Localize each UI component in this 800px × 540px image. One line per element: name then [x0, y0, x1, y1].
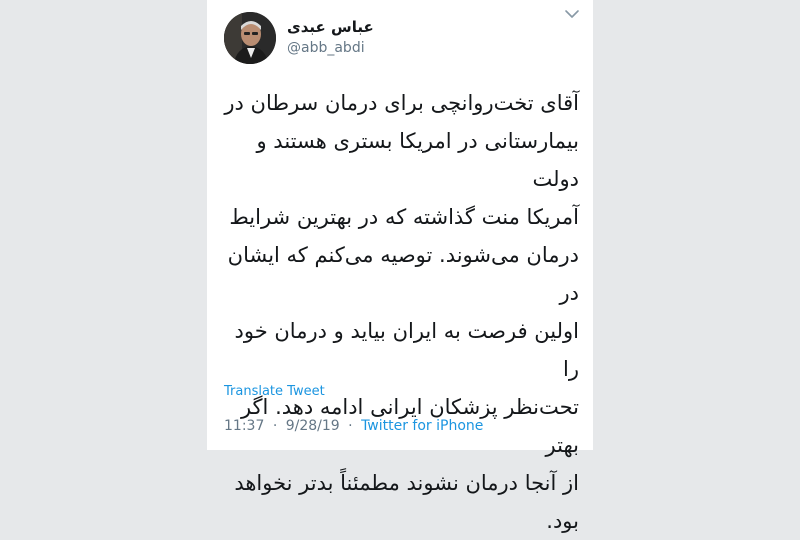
separator-dot: ·: [272, 418, 278, 434]
translate-tweet-link[interactable]: Translate Tweet: [224, 384, 325, 399]
author-display-name[interactable]: عباس عبدی: [287, 18, 374, 36]
user-avatar-photo-icon: [224, 12, 276, 64]
tweet-source-link[interactable]: Twitter for iPhone: [361, 418, 483, 434]
tweet-card: عباس عبدی @abb_abdi آقای تخت‌روانچی برای…: [207, 0, 593, 533]
avatar[interactable]: [224, 12, 276, 64]
tweet-text: آقای تخت‌روانچی برای درمان سرطان در بیما…: [224, 91, 579, 533]
separator-dot: ·: [348, 418, 353, 434]
chevron-down-icon[interactable]: [563, 6, 581, 20]
tweet-time[interactable]: 11:37: [224, 418, 264, 434]
author-handle[interactable]: @abb_abdi: [287, 40, 365, 56]
tweet-metadata: 11:37 · 9/28/19 · Twitter for iPhone: [224, 418, 483, 434]
tweet-date[interactable]: 9/28/19: [286, 418, 340, 434]
